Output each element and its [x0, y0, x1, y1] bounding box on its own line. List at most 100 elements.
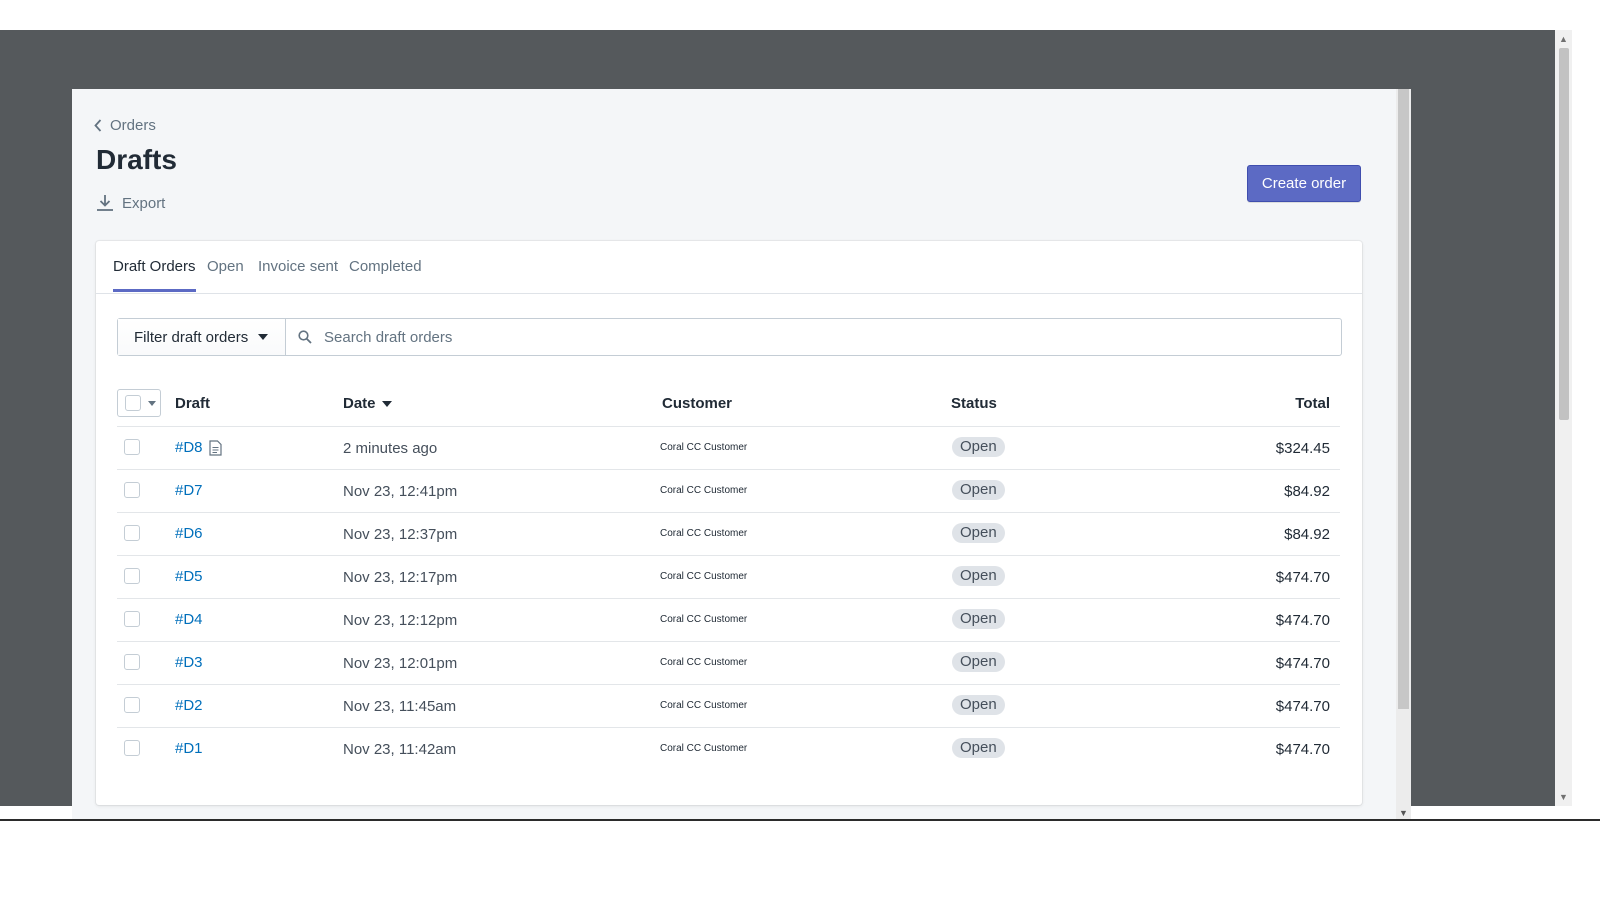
- draft-date: Nov 23, 11:45am: [343, 698, 457, 715]
- filter-label: Filter draft orders: [134, 328, 249, 346]
- row-checkbox[interactable]: [124, 740, 140, 756]
- draft-number[interactable]: #D5: [175, 568, 203, 585]
- table-header: Draft Date Customer Status Total: [117, 389, 1340, 427]
- customer-name: Coral CC Customer: [660, 571, 748, 582]
- window-scrollbar[interactable]: ▲ ▼: [1555, 30, 1572, 806]
- row-checkbox[interactable]: [124, 654, 140, 670]
- tab-draft-orders[interactable]: Draft Orders: [113, 241, 196, 292]
- window-bottom-border: [0, 819, 1600, 821]
- filter-bar: Filter draft orders: [117, 318, 1342, 356]
- draft-number[interactable]: #D2: [175, 697, 203, 714]
- draft-orders-list: #D8 2 minutes ago Coral CC Customer Open $32…: [117, 427, 1340, 770]
- column-header-customer: Customer: [662, 395, 733, 412]
- window-scrollbar-thumb[interactable]: [1559, 48, 1569, 420]
- customer-name: Coral CC Customer: [660, 485, 748, 496]
- column-header-status: Status: [951, 395, 997, 412]
- row-checkbox[interactable]: [124, 482, 140, 498]
- order-total: $474.70: [1275, 655, 1330, 672]
- export-button[interactable]: Export: [96, 194, 165, 212]
- draft-link[interactable]: #D6: [175, 525, 203, 542]
- draft-number[interactable]: #D1: [175, 740, 203, 757]
- draft-link[interactable]: #D4: [175, 611, 203, 628]
- draft-link[interactable]: #D3: [175, 654, 203, 671]
- draft-link[interactable]: #D1: [175, 740, 203, 757]
- draft-link[interactable]: #D7: [175, 482, 203, 499]
- draft-date: Nov 23, 12:12pm: [343, 612, 458, 629]
- table-row[interactable]: #D8 2 minutes ago Coral CC Customer Open $32…: [117, 427, 1340, 470]
- customer-name: Coral CC Customer: [660, 528, 748, 539]
- chevron-left-icon: [94, 119, 102, 132]
- customer-name: Coral CC Customer: [660, 743, 748, 754]
- scroll-up-arrow-icon[interactable]: ▲: [1555, 32, 1572, 46]
- draft-link[interactable]: #D5: [175, 568, 203, 585]
- drafts-page: Orders Drafts Export Create order Draft …: [72, 89, 1411, 820]
- draft-link[interactable]: #D2: [175, 697, 203, 714]
- column-header-draft: Draft: [175, 395, 211, 412]
- caret-down-icon: [258, 334, 269, 340]
- filter-dropdown-button[interactable]: Filter draft orders: [118, 319, 286, 355]
- export-label: Export: [122, 194, 166, 212]
- tab-completed[interactable]: Completed: [349, 241, 422, 292]
- draft-number[interactable]: #D8: [175, 439, 203, 456]
- draft-link[interactable]: #D8: [175, 439, 222, 456]
- draft-date: Nov 23, 12:17pm: [343, 569, 458, 586]
- order-total: $474.70: [1275, 698, 1330, 715]
- row-checkbox[interactable]: [124, 525, 140, 541]
- table-row[interactable]: #D4 Nov 23, 12:12pm Coral CC Customer Open $…: [117, 599, 1340, 642]
- customer-name: Coral CC Customer: [660, 700, 748, 711]
- bulk-select-button[interactable]: [117, 389, 161, 417]
- draft-number[interactable]: #D4: [175, 611, 203, 628]
- order-total: $474.70: [1275, 569, 1330, 586]
- draft-number[interactable]: #D6: [175, 525, 203, 542]
- sort-desc-icon: [381, 400, 392, 407]
- customer-name: Coral CC Customer: [660, 442, 748, 453]
- tab-bar: Draft Orders Open Invoice sent Completed: [96, 241, 1362, 294]
- status-badge: Open: [952, 523, 1005, 543]
- breadcrumb[interactable]: Orders: [94, 117, 156, 134]
- draft-number[interactable]: #D7: [175, 482, 203, 499]
- page-scrollbar-thumb[interactable]: [1398, 89, 1409, 709]
- search-icon: [298, 330, 312, 344]
- tab-open[interactable]: Open: [207, 241, 244, 292]
- customer-name: Coral CC Customer: [660, 614, 748, 625]
- table-row[interactable]: #D2 Nov 23, 11:45am Coral CC Customer Open $…: [117, 685, 1340, 728]
- create-order-button[interactable]: Create order: [1247, 165, 1361, 202]
- status-badge: Open: [952, 695, 1005, 715]
- page-scrollbar[interactable]: ▼: [1396, 89, 1411, 820]
- draft-date: Nov 23, 12:37pm: [343, 526, 458, 543]
- select-all-checkbox[interactable]: [125, 395, 141, 411]
- document-icon: [208, 439, 222, 456]
- draft-date: Nov 23, 12:41pm: [343, 483, 458, 500]
- draft-orders-card: Draft Orders Open Invoice sent Completed…: [96, 241, 1362, 805]
- status-badge: Open: [952, 566, 1005, 586]
- row-checkbox[interactable]: [124, 439, 140, 455]
- status-badge: Open: [952, 437, 1005, 457]
- order-total: $324.45: [1275, 440, 1330, 457]
- column-header-date-label: Date: [343, 395, 376, 412]
- order-total: $84.92: [1284, 483, 1330, 500]
- column-header-date[interactable]: Date: [343, 395, 392, 412]
- table-row[interactable]: #D5 Nov 23, 12:17pm Coral CC Customer Open $…: [117, 556, 1340, 599]
- table-row[interactable]: #D1 Nov 23, 11:42am Coral CC Customer Open $…: [117, 728, 1340, 770]
- table-row[interactable]: #D6 Nov 23, 12:37pm Coral CC Customer Open $…: [117, 513, 1340, 556]
- scroll-down-arrow-icon[interactable]: ▼: [1396, 808, 1411, 818]
- search-container: [286, 319, 1341, 355]
- tab-invoice-sent[interactable]: Invoice sent: [258, 241, 338, 292]
- draft-number[interactable]: #D3: [175, 654, 203, 671]
- table-row[interactable]: #D3 Nov 23, 12:01pm Coral CC Customer Open $…: [117, 642, 1340, 685]
- search-input[interactable]: [322, 327, 1226, 347]
- draft-date: Nov 23, 12:01pm: [343, 655, 458, 672]
- status-badge: Open: [952, 480, 1005, 500]
- status-badge: Open: [952, 738, 1005, 758]
- table-row[interactable]: #D7 Nov 23, 12:41pm Coral CC Customer Open $…: [117, 470, 1340, 513]
- draft-date: 2 minutes ago: [343, 440, 438, 457]
- row-checkbox[interactable]: [124, 697, 140, 713]
- order-total: $474.70: [1275, 612, 1330, 629]
- row-checkbox[interactable]: [124, 611, 140, 627]
- status-badge: Open: [952, 652, 1005, 672]
- scroll-down-arrow-icon[interactable]: ▼: [1555, 790, 1572, 804]
- row-checkbox[interactable]: [124, 568, 140, 584]
- order-total: $84.92: [1284, 526, 1330, 543]
- breadcrumb-orders-link[interactable]: Orders: [110, 117, 156, 134]
- download-icon: [97, 195, 113, 211]
